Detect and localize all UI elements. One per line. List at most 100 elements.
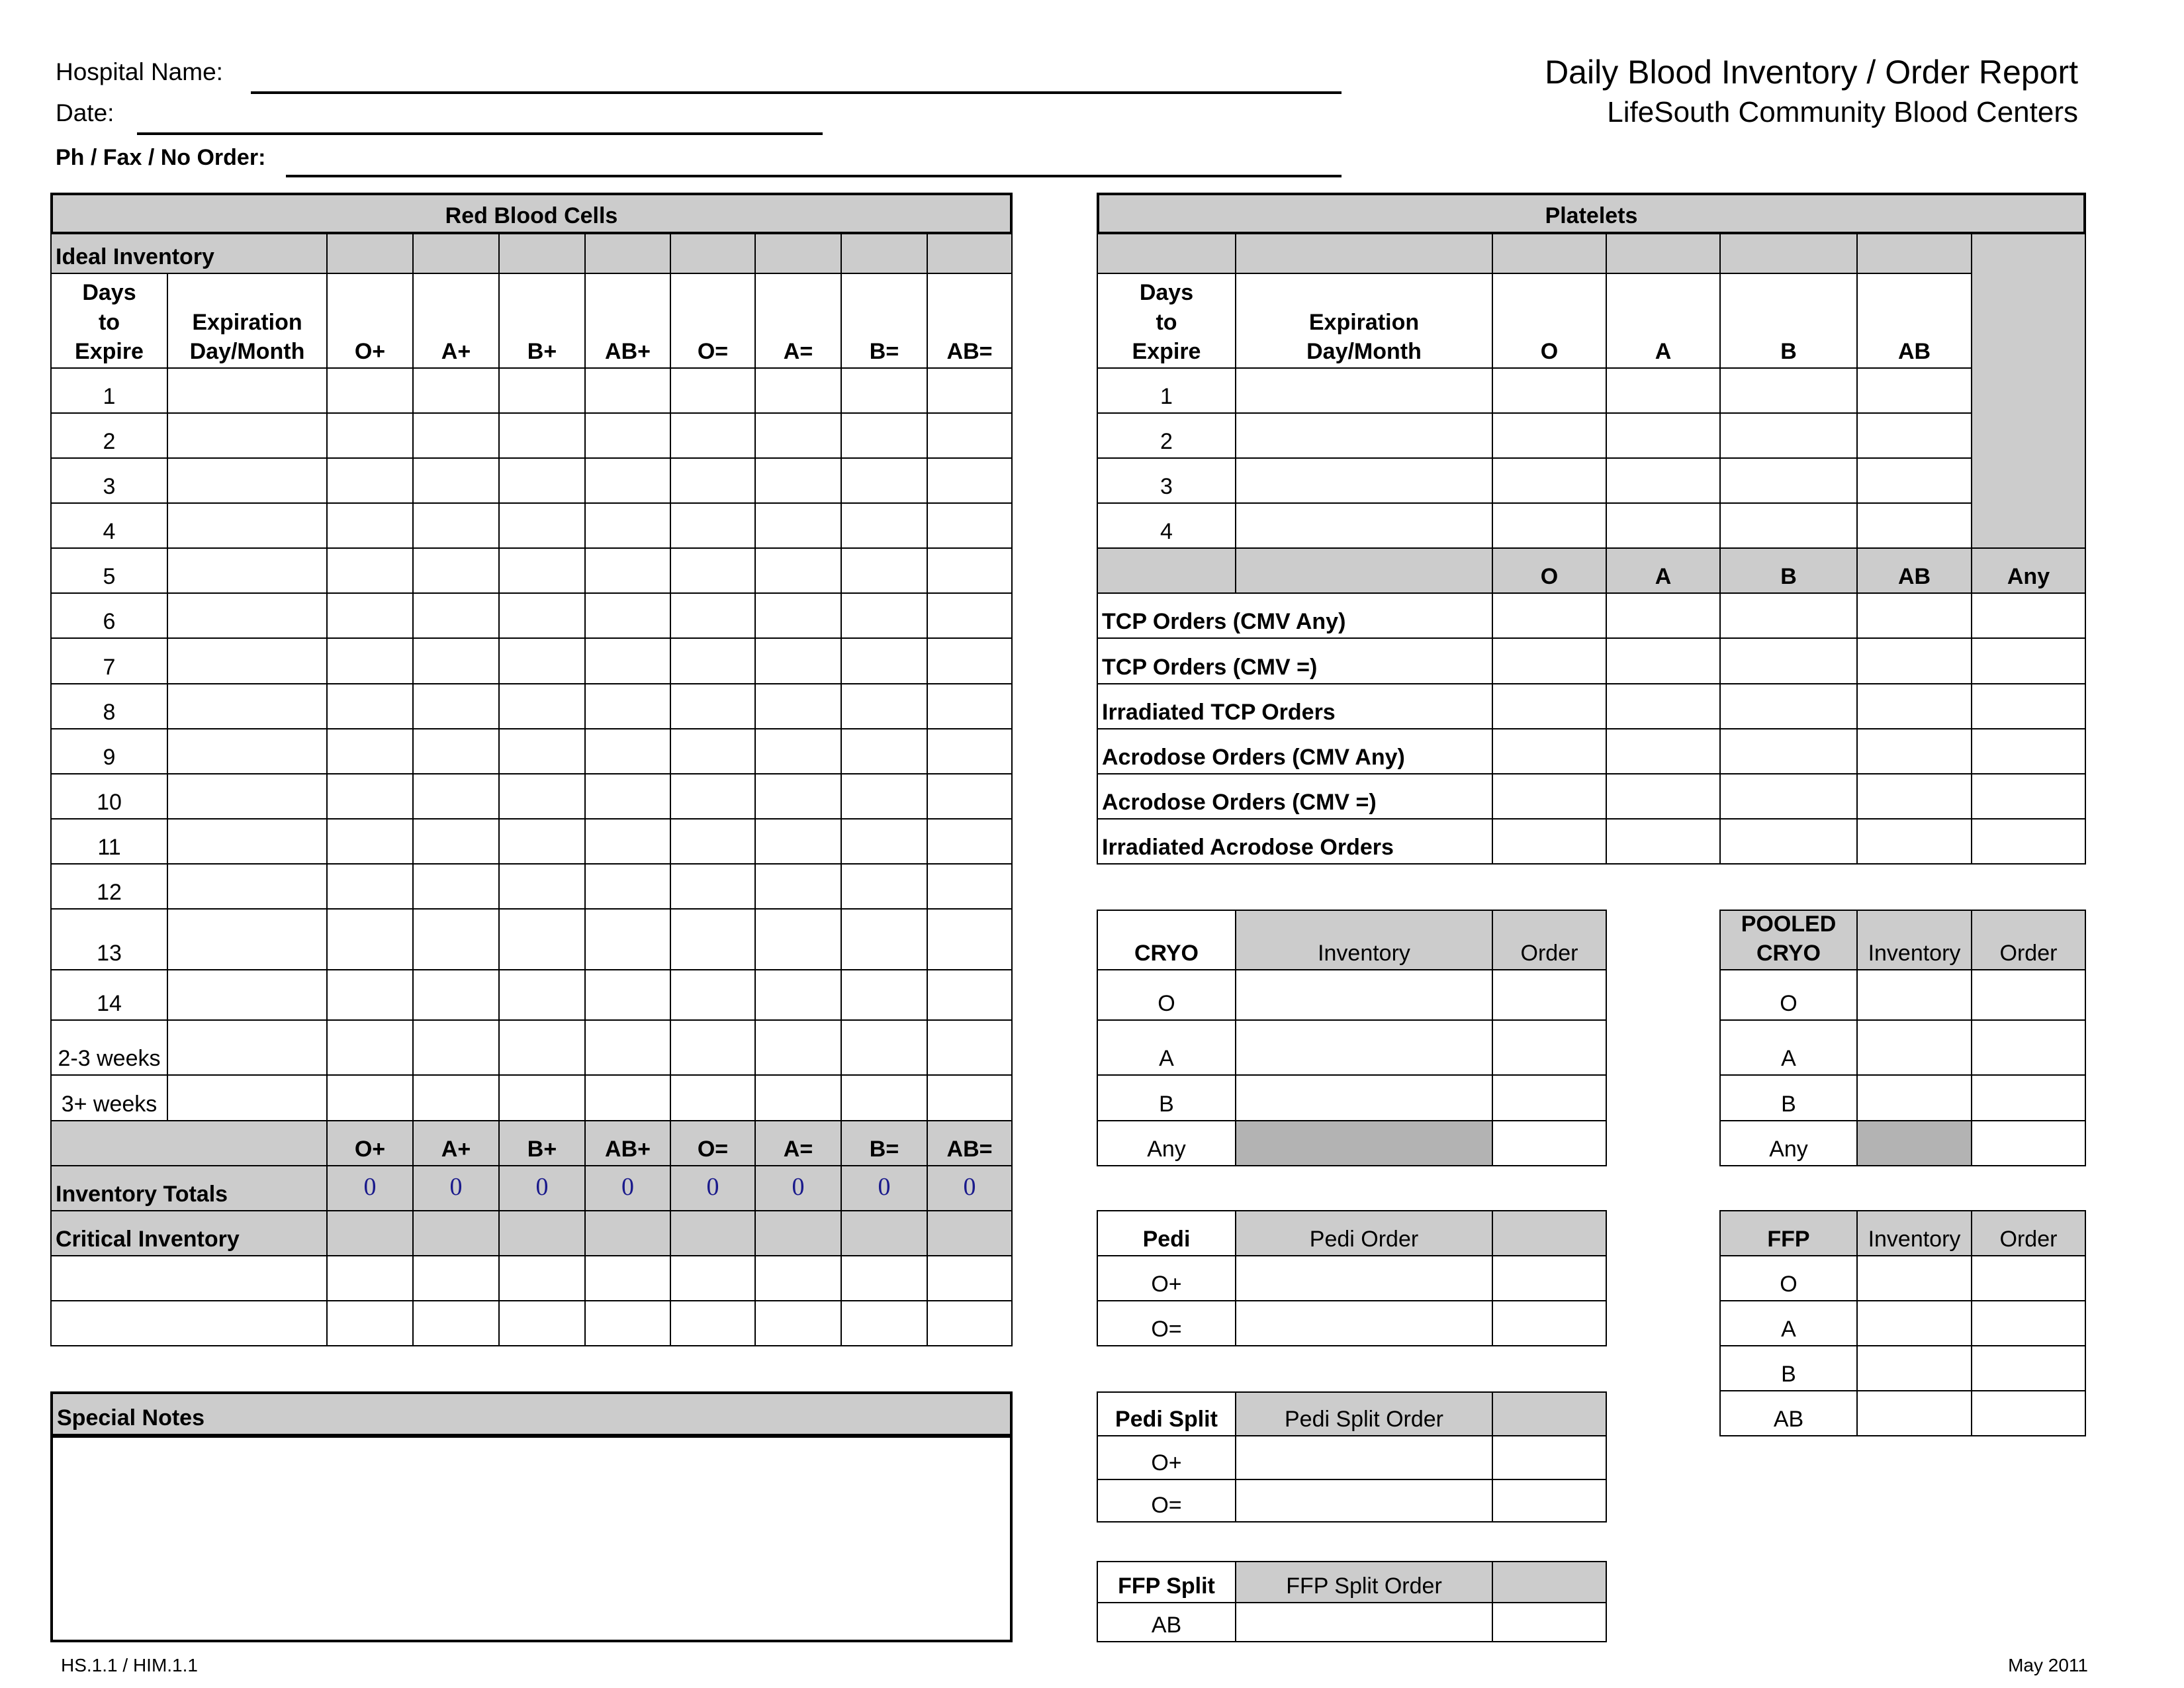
special-notes-textarea[interactable] — [50, 1435, 1013, 1642]
cryo-inventory-cell[interactable] — [1235, 1074, 1493, 1121]
rbc-inventory-cell[interactable] — [167, 683, 328, 729]
platelets-inventory-cell[interactable] — [1856, 367, 1972, 414]
platelets-inventory-cell[interactable] — [1235, 412, 1493, 459]
rbc-inventory-cell[interactable] — [326, 863, 414, 910]
rbc-inventory-cell[interactable] — [927, 367, 1013, 414]
rbc-inventory-cell[interactable] — [326, 502, 414, 549]
platelet-order-cell[interactable] — [1606, 683, 1721, 729]
rbc-inventory-cell[interactable] — [584, 969, 671, 1021]
pedi-split-order-cell[interactable] — [1492, 1435, 1607, 1480]
rbc-inventory-cell[interactable] — [841, 728, 928, 774]
rbc-inventory-cell[interactable] — [927, 863, 1013, 910]
rbc-inventory-cell[interactable] — [167, 773, 328, 820]
rbc-inventory-cell[interactable] — [167, 818, 328, 865]
platelets-inventory-cell[interactable] — [1719, 502, 1858, 549]
rbc-inventory-cell[interactable] — [927, 637, 1013, 684]
rbc-inventory-cell[interactable] — [670, 818, 756, 865]
rbc-inventory-cell[interactable] — [754, 683, 842, 729]
ideal-inventory-cell[interactable] — [412, 233, 500, 274]
rbc-inventory-cell[interactable] — [841, 863, 928, 910]
critical-inventory-cell[interactable] — [50, 1300, 328, 1346]
rbc-inventory-cell[interactable] — [412, 728, 500, 774]
rbc-inventory-cell[interactable] — [412, 773, 500, 820]
critical-inventory-cell[interactable] — [670, 1255, 756, 1301]
pedi-split-inventory-cell[interactable] — [1235, 1435, 1493, 1480]
rbc-inventory-cell[interactable] — [670, 637, 756, 684]
ffp-split-inventory-cell[interactable] — [1235, 1602, 1493, 1642]
critical-inventory-cell[interactable] — [326, 1255, 414, 1301]
date-field[interactable] — [137, 132, 823, 135]
rbc-inventory-cell[interactable] — [754, 773, 842, 820]
platelet-order-cell[interactable] — [1856, 637, 1972, 684]
rbc-inventory-cell[interactable] — [167, 637, 328, 684]
rbc-inventory-cell[interactable] — [754, 412, 842, 459]
ideal-inventory-cell[interactable] — [841, 233, 928, 274]
rbc-inventory-cell[interactable] — [498, 773, 586, 820]
pedi-inventory-cell[interactable] — [1235, 1255, 1493, 1301]
platelet-order-cell[interactable] — [1719, 773, 1858, 820]
rbc-inventory-cell[interactable] — [754, 728, 842, 774]
rbc-inventory-cell[interactable] — [841, 969, 928, 1021]
rbc-inventory-cell[interactable] — [841, 502, 928, 549]
platelet-order-cell[interactable] — [1492, 773, 1607, 820]
ideal-inventory-cell[interactable] — [927, 233, 1013, 274]
cryo-order-cell[interactable] — [1492, 969, 1607, 1021]
platelets-ideal-cell[interactable] — [1097, 233, 1236, 274]
rbc-inventory-cell[interactable] — [412, 1019, 500, 1076]
platelet-order-cell[interactable] — [1492, 728, 1607, 774]
rbc-inventory-cell[interactable] — [498, 1074, 586, 1121]
rbc-inventory-cell[interactable] — [167, 1019, 328, 1076]
rbc-inventory-cell[interactable] — [167, 969, 328, 1021]
platelet-order-cell[interactable] — [1856, 728, 1972, 774]
ideal-inventory-cell[interactable] — [584, 233, 671, 274]
rbc-inventory-cell[interactable] — [412, 969, 500, 1021]
rbc-inventory-cell[interactable] — [927, 1074, 1013, 1121]
ffp-inventory-cell[interactable] — [1856, 1390, 1972, 1436]
rbc-inventory-cell[interactable] — [754, 1019, 842, 1076]
rbc-inventory-cell[interactable] — [584, 1019, 671, 1076]
rbc-inventory-cell[interactable] — [167, 367, 328, 414]
rbc-inventory-cell[interactable] — [584, 818, 671, 865]
platelets-inventory-cell[interactable] — [1856, 412, 1972, 459]
critical-inventory-cell[interactable] — [412, 1300, 500, 1346]
platelet-order-cell[interactable] — [1492, 592, 1607, 639]
platelets-inventory-cell[interactable] — [1492, 367, 1607, 414]
rbc-inventory-cell[interactable] — [167, 1074, 328, 1121]
rbc-inventory-cell[interactable] — [670, 1019, 756, 1076]
rbc-inventory-cell[interactable] — [841, 547, 928, 594]
cryo-inventory-cell[interactable] — [1235, 1019, 1493, 1076]
rbc-inventory-cell[interactable] — [841, 637, 928, 684]
platelets-inventory-cell[interactable] — [1235, 457, 1493, 504]
rbc-inventory-cell[interactable] — [927, 818, 1013, 865]
rbc-inventory-cell[interactable] — [754, 367, 842, 414]
rbc-inventory-cell[interactable] — [326, 367, 414, 414]
pooled-cryo-inventory-cell[interactable] — [1856, 1019, 1972, 1076]
rbc-inventory-cell[interactable] — [326, 547, 414, 594]
rbc-inventory-cell[interactable] — [498, 502, 586, 549]
rbc-inventory-cell[interactable] — [927, 728, 1013, 774]
rbc-inventory-cell[interactable] — [167, 908, 328, 970]
platelet-order-cell[interactable] — [1606, 592, 1721, 639]
platelet-order-cell[interactable] — [1856, 592, 1972, 639]
platelet-order-cell[interactable] — [1719, 592, 1858, 639]
rbc-inventory-cell[interactable] — [498, 969, 586, 1021]
rbc-inventory-cell[interactable] — [754, 547, 842, 594]
hospital-name-field[interactable] — [251, 91, 1342, 94]
platelets-inventory-cell[interactable] — [1235, 367, 1493, 414]
rbc-inventory-cell[interactable] — [670, 908, 756, 970]
ideal-inventory-cell[interactable] — [498, 233, 586, 274]
rbc-inventory-cell[interactable] — [841, 1019, 928, 1076]
rbc-inventory-cell[interactable] — [841, 683, 928, 729]
rbc-inventory-cell[interactable] — [412, 908, 500, 970]
rbc-inventory-cell[interactable] — [841, 457, 928, 504]
platelet-order-cell[interactable] — [1719, 818, 1858, 865]
ffp-split-order-cell[interactable] — [1492, 1602, 1607, 1642]
rbc-inventory-cell[interactable] — [927, 592, 1013, 639]
rbc-inventory-cell[interactable] — [841, 908, 928, 970]
rbc-inventory-cell[interactable] — [326, 728, 414, 774]
platelets-ideal-cell[interactable] — [1856, 233, 1972, 274]
cryo-order-cell[interactable] — [1492, 1074, 1607, 1121]
pooled-cryo-order-cell[interactable] — [1971, 1074, 2086, 1121]
rbc-inventory-cell[interactable] — [754, 863, 842, 910]
critical-inventory-cell[interactable] — [927, 1300, 1013, 1346]
